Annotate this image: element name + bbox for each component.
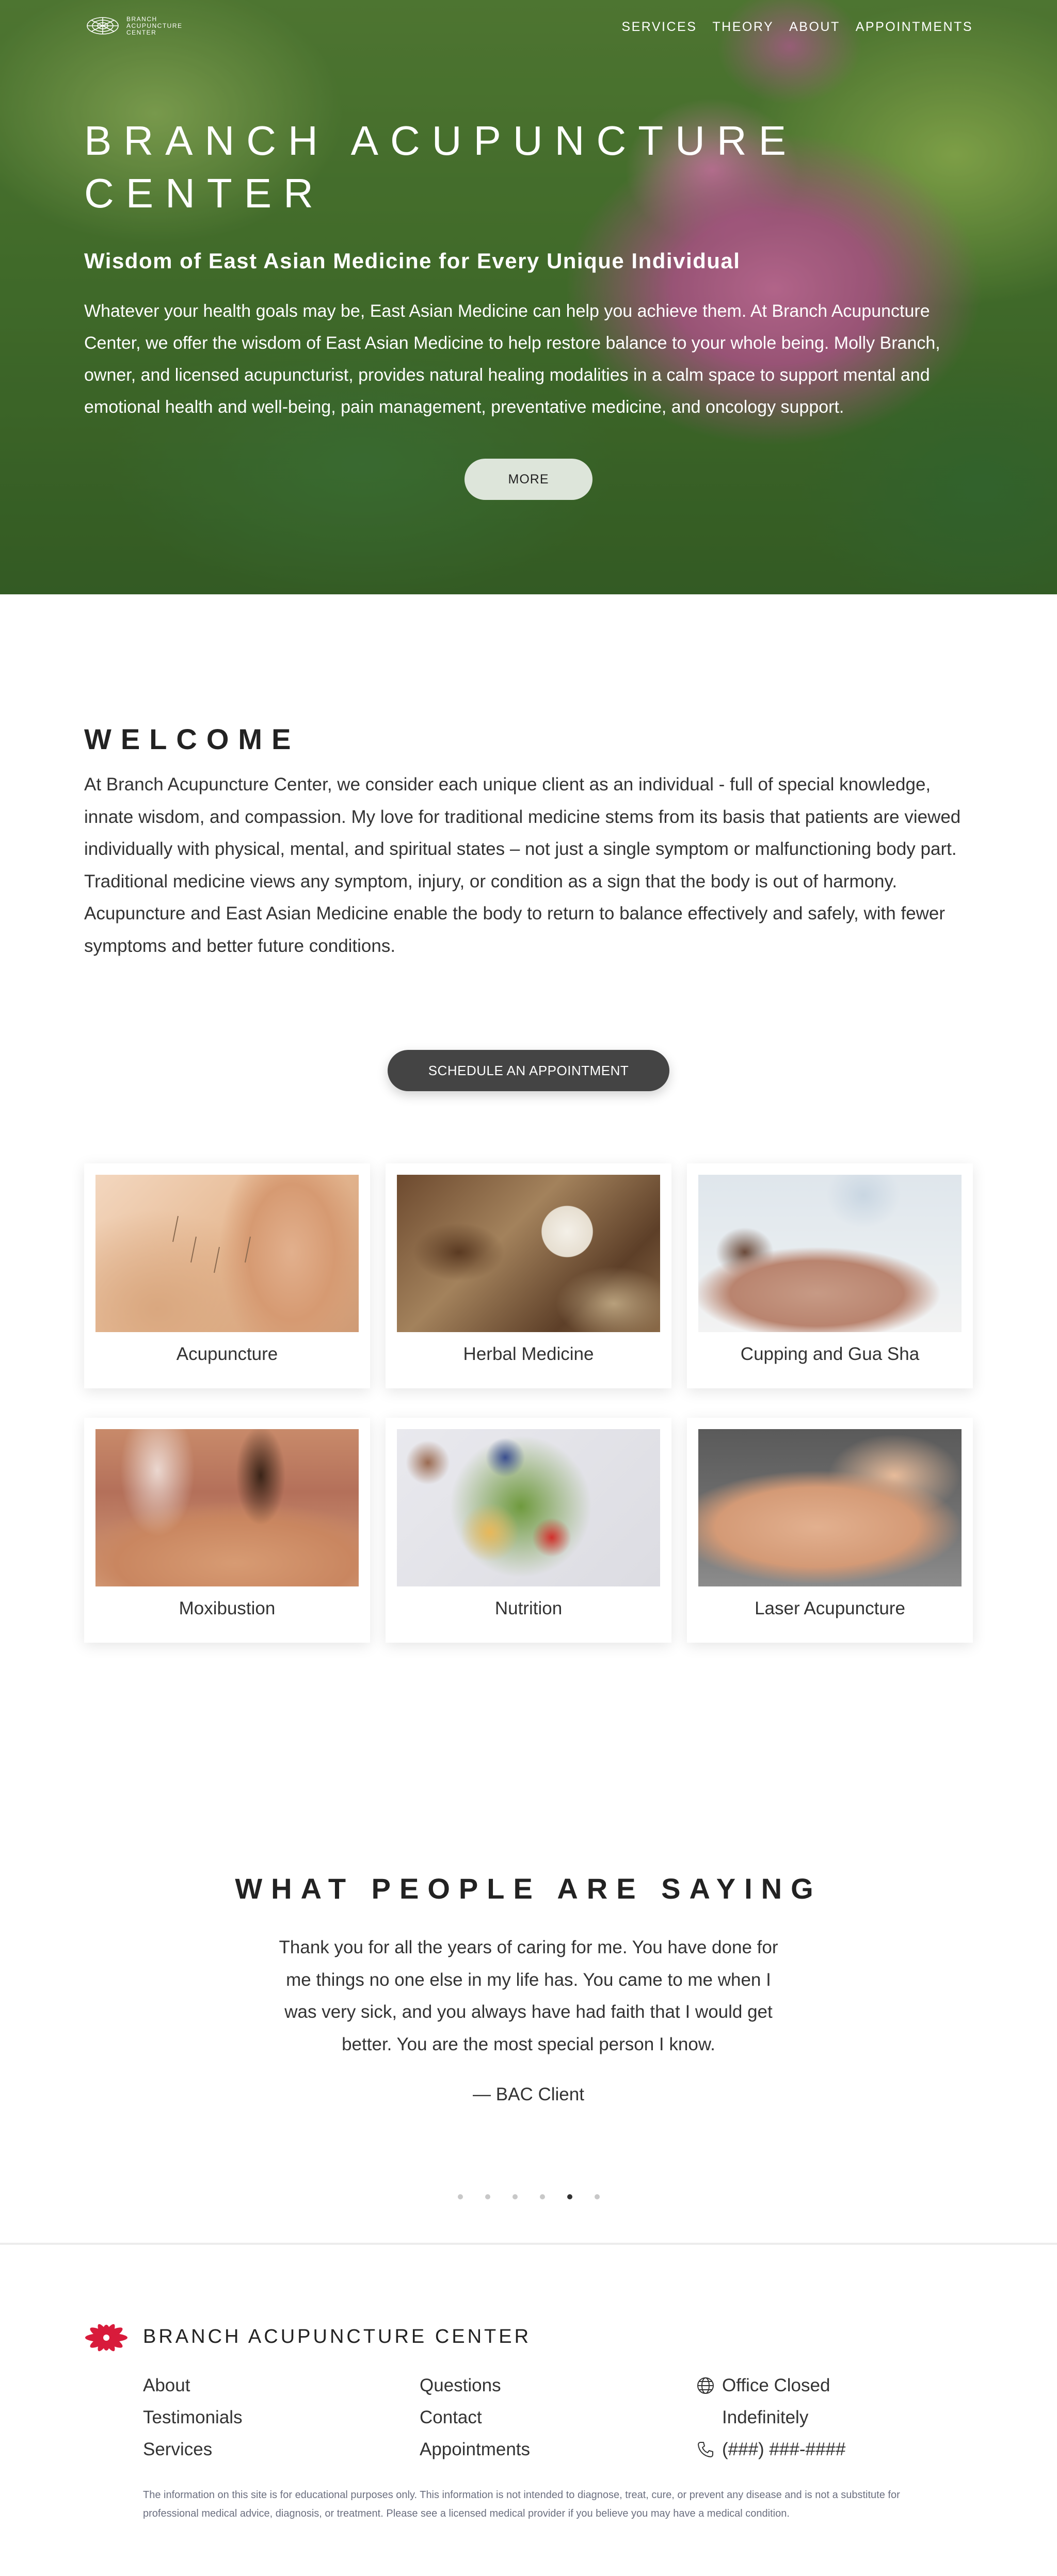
- welcome-title: WELCOME: [84, 723, 300, 755]
- phone-number[interactable]: (###) ###-####: [722, 2438, 845, 2461]
- footer-link-appointments[interactable]: Appointments: [420, 2438, 530, 2461]
- hero-title-line1: BRANCH ACUPUNCTURE: [84, 118, 798, 164]
- hero-title: BRANCH ACUPUNCTURE CENTER: [84, 115, 858, 220]
- office-status-text: Office Closed: [722, 2375, 830, 2395]
- logo-line: BRANCH: [126, 15, 157, 23]
- office-status-detail: Indefinitely: [722, 2407, 809, 2427]
- nav-link-about[interactable]: ABOUT: [789, 20, 840, 35]
- schedule-appointment-button[interactable]: SCHEDULE AN APPOINTMENT: [388, 1050, 669, 1091]
- service-card-cupping[interactable]: Cupping and Gua Sha: [687, 1163, 973, 1388]
- service-label: Cupping and Gua Sha: [740, 1344, 920, 1364]
- moxibustion-image: [95, 1429, 359, 1586]
- more-button[interactable]: MORE: [465, 459, 592, 500]
- lotus-icon[interactable]: [84, 2324, 129, 2352]
- service-card-laser-acupuncture[interactable]: Laser Acupuncture: [687, 1418, 973, 1643]
- service-card-herbal-medicine[interactable]: Herbal Medicine: [386, 1163, 671, 1388]
- service-label: Laser Acupuncture: [755, 1598, 905, 1618]
- main-nav: SERVICES THEORY ABOUT APPOINTMENTS: [621, 20, 973, 35]
- service-card-nutrition[interactable]: Nutrition: [386, 1418, 671, 1643]
- carousel-dot[interactable]: [458, 2194, 463, 2199]
- logo-line: CENTER: [126, 28, 157, 36]
- hero-title-line2: CENTER: [84, 170, 325, 216]
- header-logo[interactable]: BRANCH ACUPUNCTURE CENTER: [84, 15, 183, 36]
- nav-link-theory[interactable]: THEORY: [712, 20, 774, 35]
- nav-link-appointments[interactable]: APPOINTMENTS: [856, 20, 973, 35]
- footer-links-col2: Questions Contact Appointments: [420, 2374, 530, 2461]
- footer-brand-name: BRANCH ACUPUNCTURE CENTER: [143, 2326, 532, 2347]
- lotus-icon: [87, 17, 119, 35]
- logo-line: ACUPUNCTURE: [126, 22, 183, 29]
- service-card-moxibustion[interactable]: Moxibustion: [84, 1418, 370, 1643]
- logo-text: BRANCH ACUPUNCTURE CENTER: [126, 15, 183, 36]
- service-label: Acupuncture: [176, 1344, 278, 1364]
- nutrition-image: [397, 1429, 660, 1586]
- carousel-dot[interactable]: [485, 2194, 490, 2199]
- needles-graphic: [172, 1216, 251, 1273]
- carousel-dots: [458, 2194, 600, 2199]
- footer-link-about[interactable]: About: [143, 2374, 243, 2397]
- phone-icon: [698, 2442, 713, 2457]
- hero-description: Whatever your health goals may be, East …: [84, 301, 940, 417]
- office-status: Office Closed: [696, 2374, 845, 2397]
- footer-divider: [0, 2243, 1057, 2245]
- globe-icon: [697, 2377, 714, 2394]
- footer-links-col1: About Testimonials Services: [143, 2374, 243, 2461]
- service-label: Moxibustion: [179, 1598, 276, 1618]
- footer-link-testimonials[interactable]: Testimonials: [143, 2406, 243, 2429]
- carousel-dot[interactable]: [540, 2194, 545, 2199]
- service-card-acupuncture[interactable]: Acupuncture: [84, 1163, 370, 1388]
- cupping-image: [698, 1175, 962, 1332]
- nav-link-services[interactable]: SERVICES: [621, 20, 697, 35]
- footer-link-questions[interactable]: Questions: [420, 2374, 530, 2397]
- service-label: Herbal Medicine: [463, 1344, 594, 1364]
- testimonial-author: — BAC Client: [473, 2084, 584, 2104]
- testimonial-quote: Thank you for all the years of caring fo…: [279, 1937, 778, 2054]
- footer-contact-col: Office Closed Indefinitely (###) ###-###…: [696, 2374, 845, 2461]
- carousel-dot[interactable]: [595, 2194, 600, 2199]
- medical-disclaimer: The information on this site is for educ…: [143, 2489, 900, 2519]
- laser-acupuncture-image: [698, 1429, 962, 1586]
- hero-subtitle: Wisdom of East Asian Medicine for Every …: [84, 249, 741, 273]
- footer-link-contact[interactable]: Contact: [420, 2406, 530, 2429]
- testimonials-title: WHAT PEOPLE ARE SAYING: [235, 1872, 822, 1905]
- welcome-text: At Branch Acupuncture Center, we conside…: [84, 774, 961, 956]
- service-label: Nutrition: [494, 1598, 563, 1618]
- herbal-medicine-image: [397, 1175, 660, 1332]
- carousel-dot-active[interactable]: [567, 2194, 572, 2199]
- acupuncture-image: [95, 1175, 359, 1332]
- carousel-dot[interactable]: [513, 2194, 518, 2199]
- phone-contact[interactable]: (###) ###-####: [696, 2438, 845, 2461]
- hero-section: BRANCH ACUPUNCTURE CENTER SERVICES THEOR…: [0, 0, 1057, 594]
- footer-link-services[interactable]: Services: [143, 2438, 243, 2461]
